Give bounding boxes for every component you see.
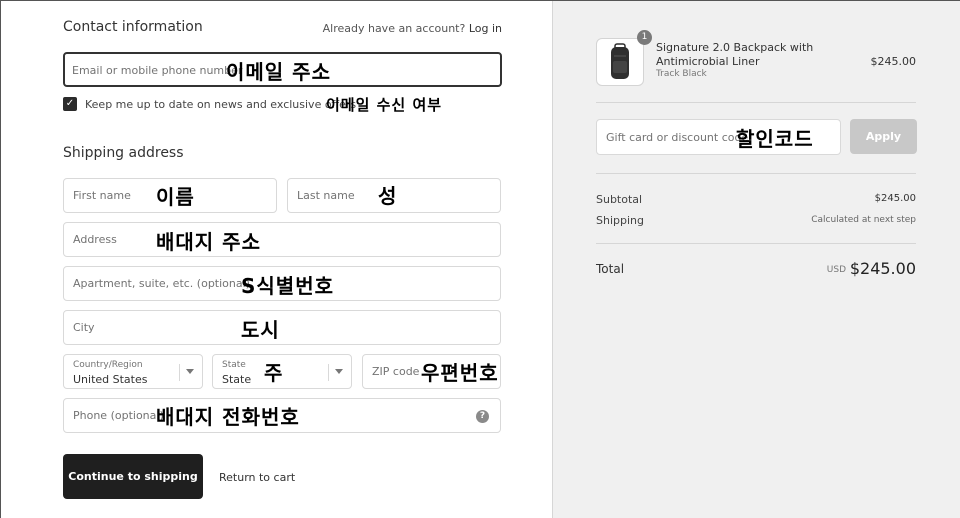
last-name-annotation: 성 xyxy=(378,184,398,208)
state-annotation: 주 xyxy=(264,361,284,385)
checkmark-icon: ✓ xyxy=(65,98,75,109)
state-value: State xyxy=(222,373,252,386)
apartment-annotation: S식별번호 xyxy=(241,274,335,298)
address-input[interactable]: Address xyxy=(63,222,501,257)
divider xyxy=(596,173,916,174)
email-annotation: 이메일 주소 xyxy=(226,60,331,84)
city-placeholder: City xyxy=(73,321,95,334)
order-summary-panel: 1 Signature 2.0 Backpack with Antimicrob… xyxy=(552,1,960,518)
continue-to-shipping-button[interactable]: Continue to shipping xyxy=(63,454,203,499)
address-placeholder: Address xyxy=(73,233,117,246)
phone-annotation: 배대지 전화번호 xyxy=(156,405,300,429)
shipping-heading: Shipping address xyxy=(63,145,184,161)
total-label: Total xyxy=(596,262,625,276)
backpack-icon xyxy=(611,43,629,79)
discount-placeholder: Gift card or discount code xyxy=(606,131,749,144)
zip-placeholder: ZIP code xyxy=(372,365,420,378)
divider xyxy=(596,243,916,244)
quantity-badge: 1 xyxy=(637,30,652,45)
select-divider xyxy=(328,364,329,381)
apply-button[interactable]: Apply xyxy=(850,119,917,154)
chevron-down-icon xyxy=(186,369,194,374)
phone-placeholder: Phone (optional) xyxy=(73,409,164,422)
first-name-placeholder: First name xyxy=(73,189,131,202)
checkout-form-panel: Contact information Already have an acco… xyxy=(1,1,552,518)
country-select[interactable]: Country/Region United States xyxy=(63,354,203,389)
return-to-cart-link[interactable]: Return to cart xyxy=(219,471,295,484)
country-value: United States xyxy=(73,373,148,386)
discount-annotation: 할인코드 xyxy=(736,127,814,151)
divider xyxy=(596,102,916,103)
login-link[interactable]: Log in xyxy=(469,22,502,35)
product-thumbnail xyxy=(596,38,644,86)
subtotal-value: $245.00 xyxy=(874,193,916,204)
help-icon[interactable]: ? xyxy=(476,410,489,423)
apartment-placeholder: Apartment, suite, etc. (optional) xyxy=(73,277,250,290)
contact-heading: Contact information xyxy=(63,19,203,35)
country-label: Country/Region xyxy=(73,360,143,370)
newsletter-checkbox[interactable]: ✓ xyxy=(63,97,77,111)
email-placeholder: Email or mobile phone number xyxy=(72,64,243,77)
chevron-down-icon xyxy=(335,369,343,374)
city-input[interactable]: City xyxy=(63,310,501,345)
login-prompt-text: Already have an account? xyxy=(322,22,466,35)
product-price: $245.00 xyxy=(870,55,917,68)
select-divider xyxy=(179,364,180,381)
address-annotation: 배대지 주소 xyxy=(156,230,261,254)
newsletter-label: Keep me up to date on news and exclusive… xyxy=(85,98,357,111)
subtotal-label: Subtotal xyxy=(596,193,643,206)
city-annotation: 도시 xyxy=(241,318,280,342)
shipping-label: Shipping xyxy=(596,214,644,227)
zip-annotation: 우편번호 xyxy=(421,361,499,385)
last-name-placeholder: Last name xyxy=(297,189,355,202)
product-variant: Track Black xyxy=(656,69,707,79)
product-name: Signature 2.0 Backpack with Antimicrobia… xyxy=(656,41,814,68)
first-name-annotation: 이름 xyxy=(156,185,195,209)
total-value: $245.00 xyxy=(849,259,916,278)
login-prompt: Already have an account? Log in xyxy=(323,22,502,35)
newsletter-annotation: 이메일 수신 여부 xyxy=(326,96,443,114)
total-currency: USD xyxy=(826,265,846,275)
shipping-value: Calculated at next step xyxy=(811,215,916,225)
state-label: State xyxy=(222,360,246,370)
